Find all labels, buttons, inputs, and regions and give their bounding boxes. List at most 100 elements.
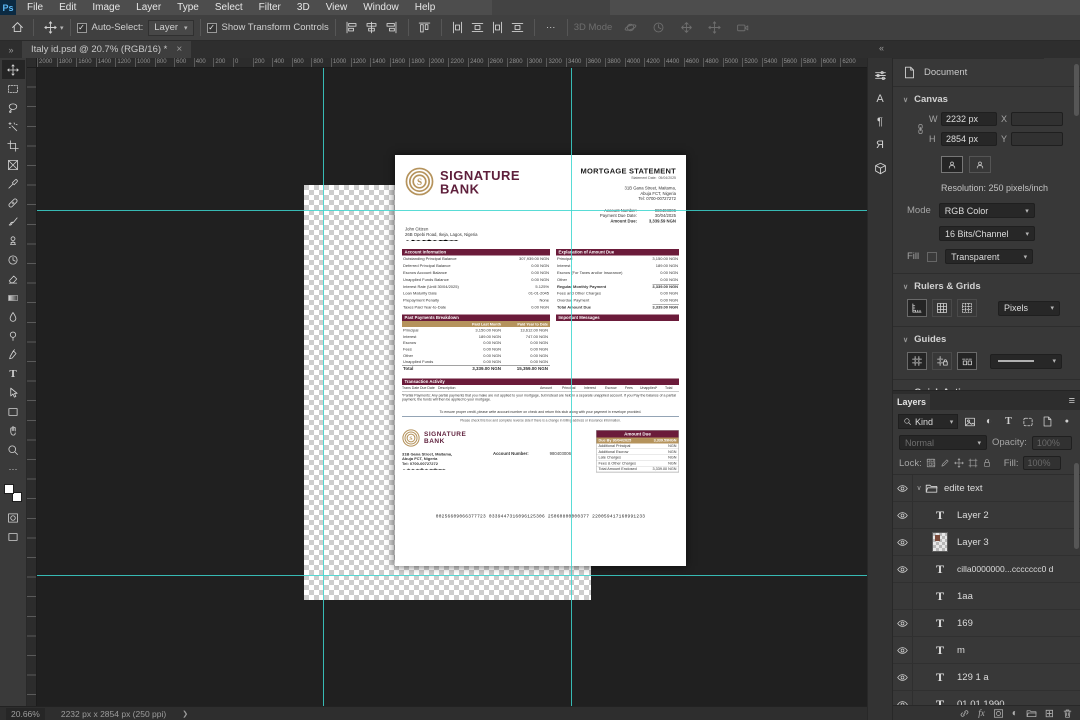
pasteboard[interactable]: SIGNATURE BANK MORTGAGE STATEMENT Statem… — [37, 68, 867, 706]
delete-layer-icon[interactable] — [1062, 708, 1073, 719]
tool-preset-chevron-icon[interactable]: ▾ — [60, 24, 64, 32]
3d-camera-icon[interactable] — [732, 19, 752, 37]
edit-toolbar-ellipsis[interactable]: ··· — [2, 459, 25, 478]
show-transform-checkbox[interactable]: ✓ — [206, 22, 217, 33]
vertical-ruler[interactable] — [27, 68, 37, 706]
color-mode-dropdown[interactable]: RGB Color ▾ — [938, 203, 1035, 218]
vertical-guide[interactable] — [571, 68, 572, 706]
panel-paragraph-icon[interactable]: ¶ — [877, 116, 883, 128]
distribute-left-button[interactable] — [488, 19, 508, 37]
layer-visibility-eye-icon[interactable] — [893, 637, 913, 663]
menu-image[interactable]: Image — [84, 0, 128, 15]
guides-section-header[interactable]: ∨ Guides — [893, 327, 1080, 350]
fill-dropdown[interactable]: Transparent ▾ — [945, 249, 1034, 264]
status-options-arrow-icon[interactable]: ❯ — [182, 710, 188, 718]
y-field[interactable] — [1011, 132, 1063, 146]
horizontal-guide[interactable] — [37, 210, 867, 211]
fill-checkbox[interactable] — [927, 251, 938, 262]
guide-style-dropdown[interactable]: ▾ — [990, 353, 1062, 369]
filter-pixel-layers-icon[interactable] — [961, 414, 977, 429]
orientation-landscape-button[interactable] — [969, 156, 991, 173]
distribute-horizontal-button[interactable] — [468, 19, 488, 37]
gradient-tool[interactable] — [2, 288, 25, 307]
layer-visibility-eye-icon[interactable] — [893, 502, 913, 528]
toolbar-collapse-icon[interactable]: » — [0, 43, 22, 58]
layer-row[interactable]: T Layer 2 — [893, 502, 1080, 529]
filter-shape-layers-icon[interactable] — [1020, 414, 1036, 429]
horizontal-ruler[interactable]: 2000 1800 1600 1400 1200 1000 800 600 400 200 0 200… — [37, 58, 867, 68]
layer-visibility-eye-icon-hidden[interactable] — [893, 583, 913, 609]
statement-page[interactable]: SIGNATURE BANK MORTGAGE STATEMENT Statem… — [395, 155, 686, 566]
type-tool[interactable]: T — [2, 364, 25, 383]
layer-row[interactable]: T 169 — [893, 610, 1080, 637]
history-brush-tool[interactable] — [2, 250, 25, 269]
bit-depth-dropdown[interactable]: 16 Bits/Channel ▾ — [939, 226, 1035, 241]
dodge-tool[interactable] — [2, 326, 25, 345]
vertical-guide[interactable] — [323, 68, 324, 706]
menu-3d[interactable]: 3D — [289, 0, 318, 15]
document-tab[interactable]: Italy id.psd @ 20.7% (RGB/16) * × — [22, 41, 192, 58]
ruler-units-dropdown[interactable]: Pixels ▾ — [998, 300, 1060, 316]
lock-transparency-icon[interactable] — [926, 458, 936, 468]
toggle-rulers-button[interactable] — [907, 299, 927, 317]
layer-visibility-eye-icon[interactable] — [893, 475, 913, 501]
align-left-button[interactable] — [342, 19, 362, 37]
align-options-ellipsis-button[interactable]: ··· — [541, 19, 561, 37]
frame-tool[interactable] — [2, 155, 25, 174]
zoom-level-field[interactable]: 20.66% — [6, 707, 45, 720]
eraser-tool[interactable] — [2, 269, 25, 288]
link-dimensions-icon[interactable] — [915, 118, 926, 140]
lasso-tool[interactable] — [2, 98, 25, 117]
distribute-vertical-button[interactable] — [448, 19, 468, 37]
lock-pixels-icon[interactable] — [940, 458, 950, 468]
opacity-field[interactable]: 100% — [1031, 435, 1072, 450]
ruler-origin-corner[interactable] — [27, 58, 37, 68]
filter-type-layers-icon[interactable]: T — [1000, 414, 1016, 429]
foreground-color-swatch[interactable] — [4, 484, 14, 494]
properties-scrollbar[interactable] — [1074, 64, 1079, 116]
screen-mode-button[interactable] — [2, 527, 25, 546]
layer-name[interactable]: Layer 3 — [957, 537, 989, 548]
move-tool-preset-icon[interactable] — [40, 19, 60, 37]
new-group-icon[interactable] — [1026, 708, 1037, 719]
layer-visibility-eye-icon[interactable] — [893, 556, 913, 582]
width-field[interactable]: 2232 px — [941, 112, 997, 126]
layer-row-group[interactable]: ∨ edite text — [893, 475, 1080, 502]
canvas-section-header[interactable]: ∨ Canvas — [893, 87, 1080, 110]
hand-tool[interactable] — [2, 421, 25, 440]
color-swatches[interactable] — [4, 484, 22, 502]
align-top-button[interactable] — [415, 19, 435, 37]
toggle-pixel-grid-button[interactable] — [957, 299, 977, 317]
auto-select-target-dropdown[interactable]: Layer ▾ — [148, 19, 194, 36]
layer-name[interactable]: 169 — [957, 618, 973, 629]
lock-artboard-icon[interactable] — [968, 458, 978, 468]
move-tool[interactable] — [1, 60, 25, 79]
group-expand-chevron-icon[interactable]: ∨ — [913, 484, 925, 492]
layer-row[interactable]: Layer 3 — [893, 529, 1080, 556]
menu-type[interactable]: Type — [169, 0, 207, 15]
3d-roll-icon[interactable] — [648, 19, 668, 37]
layer-row[interactable]: T m — [893, 637, 1080, 664]
zoom-tool[interactable] — [2, 440, 25, 459]
layer-name[interactable]: Layer 2 — [957, 510, 989, 521]
layer-name[interactable]: edite text — [944, 483, 983, 494]
3d-slide-icon[interactable] — [704, 19, 724, 37]
x-field[interactable] — [1011, 112, 1063, 126]
clone-stamp-tool[interactable] — [2, 231, 25, 250]
menu-view[interactable]: View — [318, 0, 356, 15]
layer-row[interactable]: T 129 1 a — [893, 664, 1080, 691]
eyedropper-tool[interactable] — [2, 174, 25, 193]
brush-tool[interactable] — [2, 212, 25, 231]
orientation-portrait-button[interactable] — [941, 156, 963, 173]
layer-row[interactable]: T 1aa — [893, 583, 1080, 610]
lock-position-icon[interactable] — [954, 458, 964, 468]
layer-style-fx-icon[interactable]: fx — [978, 708, 985, 718]
distribute-top-button[interactable] — [508, 19, 528, 37]
panel-collapse-icon[interactable]: « — [879, 43, 884, 53]
menu-select[interactable]: Select — [207, 0, 251, 15]
layers-panel-menu-icon[interactable]: ≡ — [1064, 395, 1080, 410]
toggle-guides-button[interactable] — [907, 352, 927, 370]
blur-tool[interactable] — [2, 307, 25, 326]
auto-select-checkbox[interactable]: ✓ — [76, 22, 87, 33]
lock-guides-button[interactable] — [932, 352, 952, 370]
